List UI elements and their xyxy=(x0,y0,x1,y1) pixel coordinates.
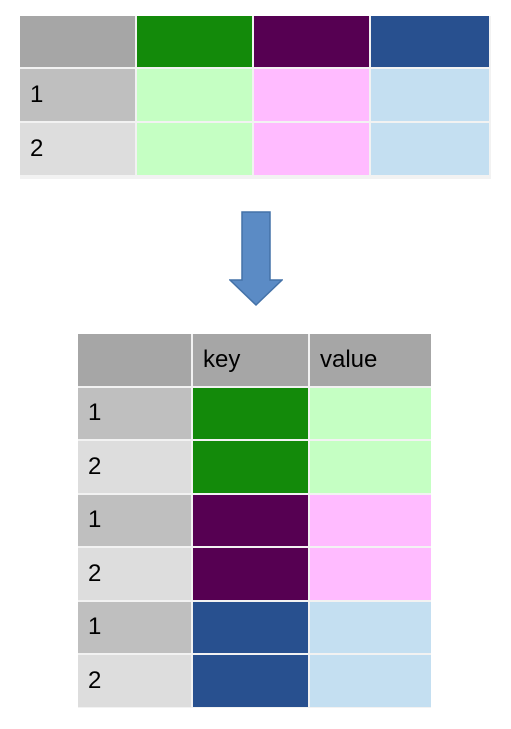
key-cell xyxy=(193,494,308,546)
header-key-label: key xyxy=(193,334,308,386)
header-corner-cell xyxy=(78,334,191,386)
value-cell xyxy=(310,548,431,600)
value-cell xyxy=(137,123,252,175)
id-cell: 1 xyxy=(78,387,191,439)
header-value-label: value xyxy=(310,334,431,386)
id-cell: 1 xyxy=(78,494,191,546)
header-corner-cell xyxy=(20,16,135,67)
long-table: key value 1 2 1 2 1 2 xyxy=(78,334,431,708)
value-cell xyxy=(310,601,431,653)
value-cell xyxy=(310,494,431,546)
header-key-cell xyxy=(137,16,252,67)
header-key-cell xyxy=(254,16,369,67)
value-cell xyxy=(310,387,431,439)
key-cell xyxy=(193,441,308,493)
value-cell xyxy=(371,123,489,175)
id-cell: 2 xyxy=(78,655,191,707)
wide-table: 12 xyxy=(20,16,491,179)
value-cell xyxy=(137,69,252,121)
value-cell xyxy=(254,123,369,175)
id-cell: 1 xyxy=(78,601,191,653)
header-key-cell xyxy=(371,16,489,67)
id-cell: 2 xyxy=(78,548,191,600)
key-cell xyxy=(193,387,308,439)
value-cell xyxy=(254,69,369,121)
value-cell xyxy=(371,69,489,121)
id-cell: 2 xyxy=(20,123,135,175)
id-cell: 2 xyxy=(78,441,191,493)
key-cell xyxy=(193,601,308,653)
id-cell: 1 xyxy=(20,69,135,121)
value-cell xyxy=(310,441,431,493)
value-cell xyxy=(310,655,431,707)
key-cell xyxy=(193,655,308,707)
key-cell xyxy=(193,548,308,600)
down-arrow-icon xyxy=(229,211,283,307)
